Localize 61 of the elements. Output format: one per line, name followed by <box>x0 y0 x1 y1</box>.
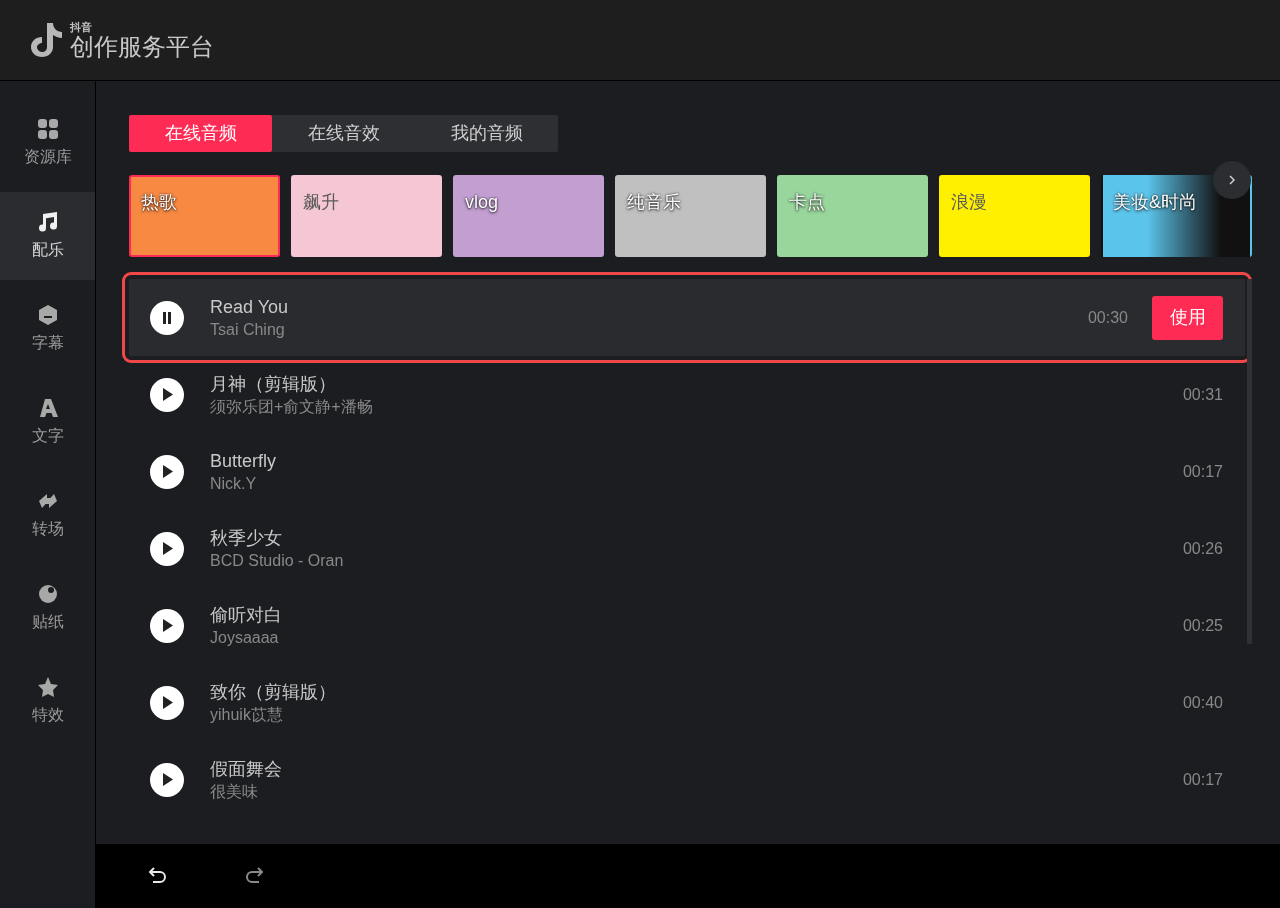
category-card[interactable]: 飙升 <box>291 175 442 257</box>
play-icon <box>161 542 173 555</box>
song-artist: 很美味 <box>210 781 259 802</box>
tab[interactable]: 在线音频 <box>129 115 272 152</box>
sidebar-item[interactable]: 文字 <box>0 378 95 466</box>
song-artist: Tsai Ching <box>210 319 286 340</box>
tab[interactable]: 在线音效 <box>272 115 415 152</box>
song-row[interactable]: 秋季少女 BCD Studio - Oran 00:26 <box>129 510 1245 587</box>
song-duration: 00:17 <box>1182 769 1223 790</box>
song-title: 假面舞会 <box>210 757 283 781</box>
play-button[interactable] <box>150 531 184 566</box>
song-duration: 00:30 <box>1087 307 1128 328</box>
pause-icon <box>162 311 172 324</box>
song-artist: Joysaaaa <box>210 627 280 648</box>
song-title: Butterfly <box>210 449 278 473</box>
song-row[interactable]: 月神（剪辑版） 须弥乐团+俞文静+潘畅 00:31 <box>129 356 1245 433</box>
next-button[interactable] <box>1213 161 1251 199</box>
chevron-right-icon <box>1228 174 1236 186</box>
sidebar-item[interactable]: 特效 <box>0 657 95 745</box>
sidebar-item[interactable]: 字幕 <box>0 285 95 373</box>
song-row[interactable]: Butterfly Nick.Y 00:17 <box>129 433 1245 510</box>
category-card[interactable]: 浪漫 <box>939 175 1090 257</box>
song-row[interactable]: 偷听对白 Joysaaaa 00:25 <box>129 587 1245 664</box>
song-artist: yihuik苡慧 <box>210 704 284 725</box>
logo-title: 创作服务平台 <box>70 34 214 59</box>
song-title: 致你（剪辑版） <box>210 680 337 704</box>
play-icon <box>161 388 173 401</box>
song-artist: 须弥乐团+俞文静+潘畅 <box>210 396 374 417</box>
song-duration: 00:40 <box>1182 692 1223 713</box>
song-duration: 00:17 <box>1182 461 1223 482</box>
song-duration: 00:26 <box>1182 538 1223 559</box>
song-row[interactable]: 假面舞会 很美味 00:17 <box>129 741 1245 818</box>
song-artist: BCD Studio - Oran <box>210 550 345 571</box>
song-row[interactable]: 致你（剪辑版） yihuik苡慧 00:40 <box>129 664 1245 741</box>
grid-icon <box>35 117 60 141</box>
song-duration: 00:31 <box>1182 384 1223 405</box>
song-title: 秋季少女 <box>210 526 283 550</box>
play-icon <box>161 619 173 632</box>
song-artist: Nick.Y <box>210 473 258 494</box>
song-title: 月神（剪辑版） <box>210 372 337 396</box>
sidebar-item[interactable]: 资源库 <box>0 99 95 187</box>
play-button[interactable] <box>150 454 184 489</box>
logo-icon <box>30 22 64 58</box>
play-icon <box>161 696 173 709</box>
pause-button[interactable] <box>150 300 184 335</box>
sidebar-item[interactable]: 配乐 <box>0 192 95 280</box>
song-duration: 00:25 <box>1182 615 1223 636</box>
play-icon <box>161 465 173 478</box>
sidebar-item[interactable]: 转场 <box>0 471 95 559</box>
play-button[interactable] <box>150 377 184 412</box>
sidebar-item[interactable]: 贴纸 <box>0 564 95 652</box>
play-icon <box>161 773 173 786</box>
song-title: 偷听对白 <box>210 603 283 627</box>
song-title: Read You <box>210 295 290 319</box>
logo-subtitle: 抖音 <box>70 21 93 33</box>
tab[interactable]: 我的音频 <box>415 115 558 152</box>
play-button[interactable] <box>150 608 184 643</box>
play-button[interactable] <box>150 762 184 797</box>
play-button[interactable] <box>150 685 184 720</box>
use-button[interactable]: 使用 <box>1152 295 1223 340</box>
scrollbar[interactable] <box>1247 279 1252 644</box>
